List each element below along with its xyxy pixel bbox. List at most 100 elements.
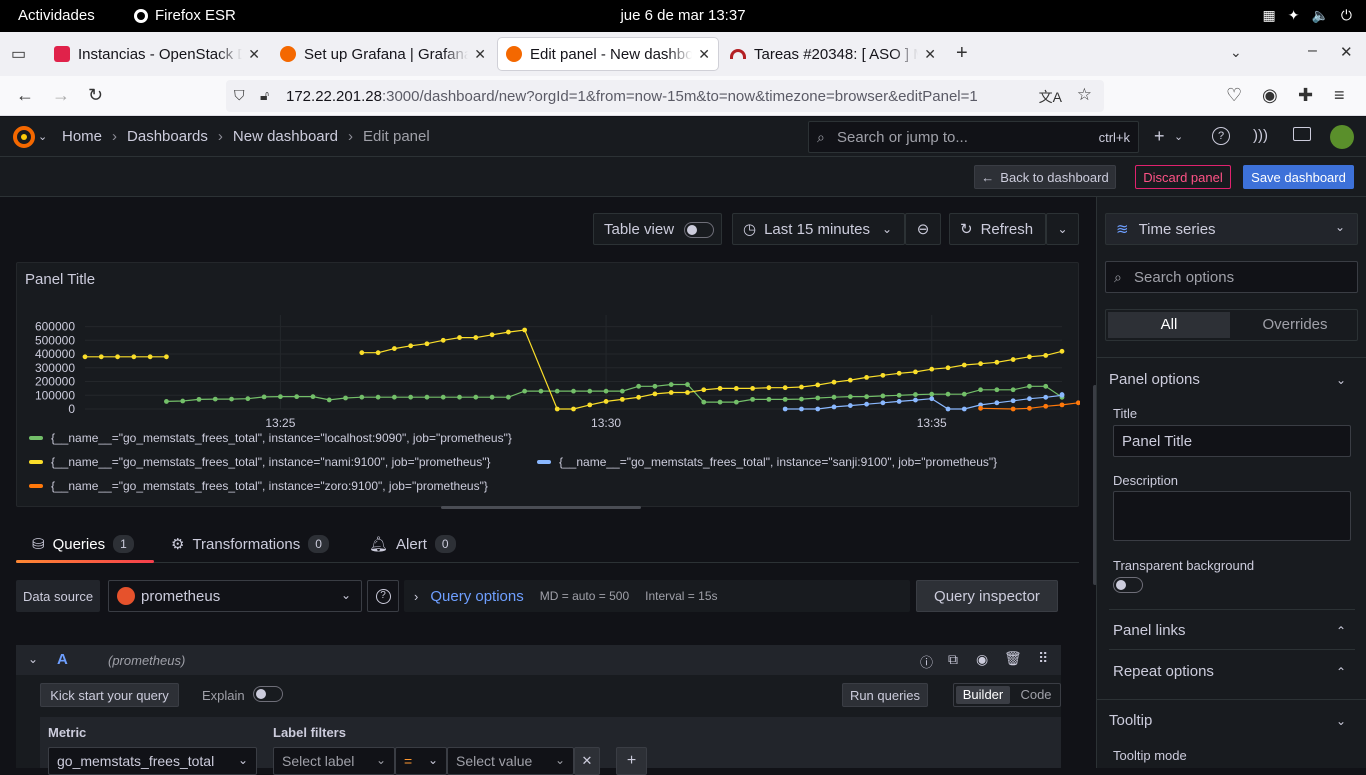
chevron-down-icon[interactable]: ⌄ [1336, 373, 1346, 387]
time-series-chart[interactable]: 6000005000004000003000002000001000000 13:… [17, 303, 1080, 433]
legend-item[interactable]: {__name__="go_memstats_frees_total", ins… [537, 455, 997, 469]
eye-icon[interactable]: ◉ [976, 651, 988, 668]
discard-panel-button[interactable]: Discard panel [1135, 165, 1231, 189]
tab-overrides[interactable]: Overrides [1234, 312, 1356, 338]
tab-queries[interactable]: ⛁ Queries 1 [32, 535, 134, 553]
translate-icon[interactable]: 文A [1039, 87, 1062, 107]
system-tray[interactable]: ▦ ✦ 🔈 ⏻ [1263, 7, 1352, 24]
back-to-dashboard-button[interactable]: ← Back to dashboard [974, 165, 1116, 189]
tab-openstack[interactable]: Instancias - OpenStack Da ✕ [46, 38, 268, 70]
data-point [212, 396, 218, 402]
duplicate-icon[interactable]: ⧉ [948, 651, 958, 668]
query-inspector-button[interactable]: Query inspector [916, 580, 1058, 612]
window-close-icon[interactable]: ✕ [1340, 43, 1353, 61]
refresh-interval-picker[interactable]: ⌄ [1046, 213, 1079, 245]
table-view-toggle[interactable]: Table view [593, 213, 722, 245]
panel-links-header[interactable]: Panel links [1113, 622, 1186, 639]
tab-alert[interactable]: 🔔︎ Alert 0 [369, 535, 456, 553]
dock-menu-icon[interactable] [1293, 127, 1311, 141]
bookmark-star-icon[interactable]: ☆ [1077, 85, 1092, 105]
pocket-icon[interactable]: ♡ [1226, 85, 1242, 106]
legend-item[interactable]: {__name__="go_memstats_frees_total", ins… [29, 479, 488, 493]
zoom-out-button[interactable]: ⊖ [905, 213, 941, 245]
visualization-picker[interactable]: ≋ Time series ⌄ [1105, 213, 1358, 245]
list-tabs-icon[interactable]: ⌄ [1230, 44, 1242, 61]
close-icon[interactable]: ✕ [474, 46, 486, 63]
close-icon[interactable]: ✕ [698, 46, 710, 63]
search-input[interactable]: ⌕ Search or jump to... ctrl+k [808, 121, 1139, 153]
back-icon[interactable]: ← [16, 85, 34, 106]
menu-chevron-icon[interactable]: ⌄ [38, 130, 47, 143]
legend-item[interactable]: {__name__="go_memstats_frees_total", ins… [29, 431, 512, 445]
repeat-options-header[interactable]: Repeat options [1113, 663, 1214, 680]
description-textarea[interactable] [1113, 491, 1351, 541]
minimize-icon[interactable]: – [1308, 42, 1317, 60]
transform-icon: ⚙ [171, 536, 185, 553]
tab-all[interactable]: All [1108, 312, 1230, 338]
transparent-background-switch[interactable] [1113, 577, 1143, 593]
panel-title[interactable]: Panel Title [25, 271, 95, 288]
time-range-picker[interactable]: ◷ Last 15 minutes ⌄ [732, 213, 905, 245]
add-filter-button[interactable]: + [616, 747, 647, 775]
forward-icon[interactable]: → [52, 85, 70, 106]
save-dashboard-button[interactable]: Save dashboard [1243, 165, 1354, 189]
chevron-up-icon[interactable]: ⌃ [1336, 624, 1346, 638]
grafana-logo-icon[interactable] [12, 125, 36, 149]
explain-switch[interactable] [253, 686, 283, 702]
panel-options-header[interactable]: Panel options [1109, 371, 1200, 388]
new-tab-icon[interactable]: + [956, 42, 968, 65]
hamburger-menu-icon[interactable]: ≡ [1334, 85, 1345, 106]
builder-mode-button[interactable]: Builder [956, 686, 1010, 704]
tab-transformations[interactable]: ⚙ Transformations 0 [171, 535, 329, 553]
tab-edit-panel[interactable]: Edit panel - New dashboa ✕ [498, 38, 718, 70]
extensions-icon[interactable]: ✚ [1298, 85, 1313, 106]
legend-scrollbar[interactable] [441, 506, 641, 509]
tab-overview-icon[interactable]: ▭ [11, 44, 26, 64]
legend-item[interactable]: {__name__="go_memstats_frees_total", ins… [29, 455, 491, 469]
avatar[interactable] [1330, 125, 1354, 149]
add-icon[interactable]: + [1154, 126, 1165, 147]
refresh-button[interactable]: ↻ Refresh [949, 213, 1046, 245]
reload-icon[interactable]: ↻ [88, 85, 103, 106]
data-source-help-button[interactable]: ? [367, 580, 399, 612]
help-icon[interactable]: ⓘ [920, 652, 933, 671]
run-queries-button[interactable]: Run queries [842, 683, 928, 707]
clock-icon: ◷ [743, 221, 757, 238]
chevron-down-icon[interactable]: ⌄ [1174, 130, 1183, 143]
query-ref-id[interactable]: A [57, 651, 68, 668]
search-options-input[interactable]: ⌕ Search options [1105, 261, 1358, 293]
close-icon[interactable]: ✕ [248, 46, 260, 63]
trash-icon[interactable]: 🗑︎ [1004, 650, 1022, 667]
data-source-picker[interactable]: prometheus ⌄ [108, 580, 362, 612]
collapse-chevron-icon[interactable]: ⌄ [28, 652, 38, 666]
chevron-down-icon[interactable]: ⌄ [1336, 714, 1346, 728]
help-icon[interactable]: ? [1212, 127, 1230, 145]
table-view-switch[interactable] [684, 222, 714, 238]
query-row-header[interactable]: ⌄ A (prometheus) ⓘ ⧉ ◉ 🗑︎ ⠿ [16, 645, 1061, 675]
account-icon[interactable]: ◉ [1262, 85, 1278, 106]
clock[interactable]: jue 6 de mar 13:37 [0, 7, 1366, 24]
news-rss-icon[interactable]: ))) [1253, 127, 1268, 144]
chevron-up-icon[interactable]: ⌃ [1336, 665, 1346, 679]
select-value[interactable]: Select value ⌄ [447, 747, 574, 775]
tab-title: Tareas #20348: [ ASO ] M [754, 45, 919, 63]
breadcrumb-home[interactable]: Home [62, 128, 102, 145]
remove-filter-button[interactable]: ✕ [574, 747, 600, 775]
close-icon[interactable]: ✕ [924, 46, 936, 63]
insecure-lock-icon[interactable]: 🔓︎ [260, 87, 269, 104]
operator-select[interactable]: = ⌄ [395, 747, 447, 775]
title-input[interactable]: Panel Title [1113, 425, 1351, 457]
shield-icon[interactable]: ⛉ [234, 87, 245, 104]
metric-select[interactable]: go_memstats_frees_total ⌄ [48, 747, 257, 775]
drag-handle-icon[interactable]: ⠿ [1038, 650, 1048, 667]
url-bar[interactable]: ⛉ 🔓︎ 172.22.201.28:3000/dashboard/new?or… [226, 80, 1104, 112]
kick-start-query-button[interactable]: Kick start your query [40, 683, 179, 707]
breadcrumb-new-dashboard[interactable]: New dashboard [233, 128, 338, 145]
breadcrumb-dashboards[interactable]: Dashboards [127, 128, 208, 145]
tab-grafana-setup[interactable]: Set up Grafana | Grafana d ✕ [272, 38, 494, 70]
select-label[interactable]: Select label ⌄ [273, 747, 395, 775]
tooltip-header[interactable]: Tooltip [1109, 712, 1152, 729]
tab-tareas[interactable]: Tareas #20348: [ ASO ] M ✕ [722, 38, 944, 70]
query-options-toggle[interactable]: › Query options MD = auto = 500 Interval… [404, 580, 910, 612]
code-mode-button[interactable]: Code [1014, 686, 1058, 704]
